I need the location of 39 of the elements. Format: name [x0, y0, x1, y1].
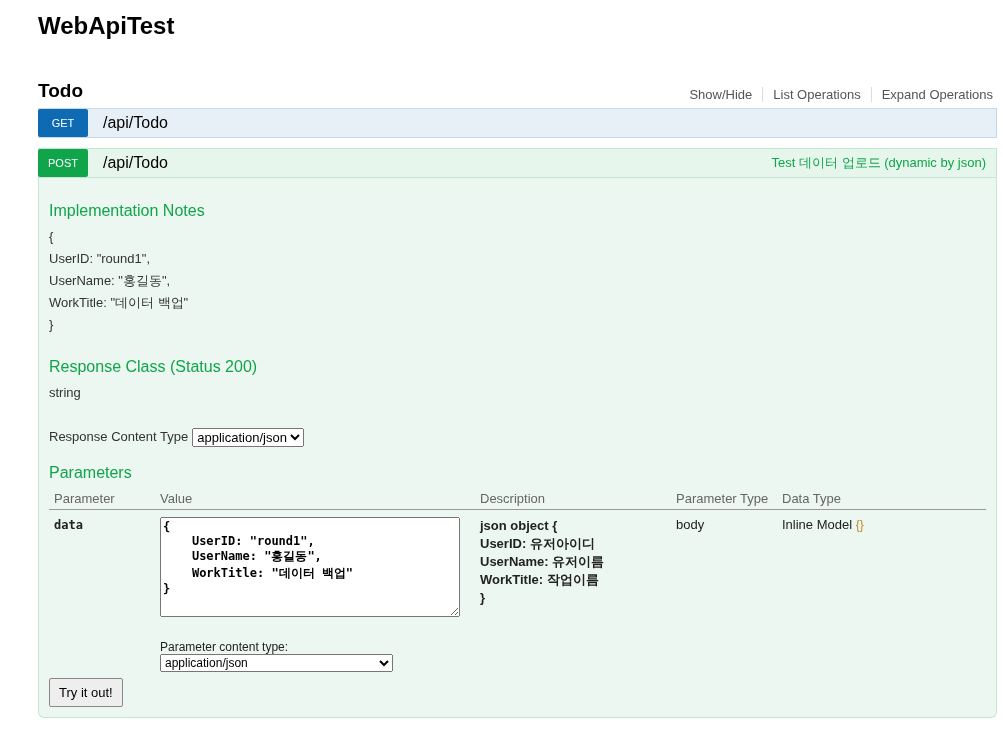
notes-line: WorkTitle: "데이터 백업": [49, 294, 190, 312]
operation-header[interactable]: GET /api/Todo: [38, 108, 997, 138]
page-title: WebApiTest: [38, 12, 176, 40]
endpoint-path[interactable]: /api/Todo: [103, 154, 772, 172]
endpoint-path[interactable]: /api/Todo: [103, 114, 996, 132]
parameter-name: data: [54, 518, 83, 532]
content-type-label: Response Content Type: [49, 428, 189, 446]
parameter-content-type-label: Parameter content type:: [160, 640, 290, 654]
parameter-type-text: body: [676, 517, 705, 532]
content-type-select[interactable]: application/json: [192, 427, 305, 447]
section-heading: Response Class (Status 200): [49, 358, 259, 376]
resource-title[interactable]: Todo: [38, 80, 83, 102]
column-header: Parameter: [49, 488, 155, 510]
resource-action-link[interactable]: Expand Operations: [870, 87, 997, 102]
notes-line: {: [49, 228, 55, 246]
operation-summary: Test 데이터 업로드 (dynamic by json): [771, 154, 986, 172]
section-heading: Implementation Notes: [49, 202, 206, 220]
parameter-content-type-select[interactable]: application/json: [160, 654, 393, 672]
notes-line: UserID: "round1",: [49, 250, 151, 268]
description-line: json object {: [480, 517, 559, 535]
section-heading: Parameters: [49, 464, 133, 482]
resource-action-link[interactable]: List Operations: [762, 87, 871, 102]
description-line: }: [480, 589, 487, 607]
notes-line: }: [49, 316, 55, 334]
description-line: WorkTitle: 작업이름: [480, 571, 600, 589]
try-it-out-button[interactable]: Try it out!: [49, 678, 123, 707]
description-line: UserID: 유저아이디: [480, 535, 596, 553]
parameter-value-field[interactable]: { UserID: "round1", UserName: "홍길동", WorkTitle: "데이터 백업" }: [160, 517, 460, 617]
resource-action-link[interactable]: Show/Hide: [679, 87, 763, 102]
notes-line: UserName: "홍길동",: [49, 272, 172, 290]
data-type-text: Inline Model: [782, 517, 853, 532]
column-header: Data Type: [777, 488, 986, 510]
operation-header[interactable]: POST /api/Todo Test 데이터 업로드 (dynamic by json): [38, 148, 997, 178]
column-header: Description: [475, 488, 671, 510]
description-line: UserName: 유저이름: [480, 553, 606, 571]
column-header: Parameter Type: [671, 488, 777, 510]
response-type-text: string: [49, 384, 82, 402]
column-header: Value: [155, 488, 475, 510]
http-method-label[interactable]: GET: [38, 109, 88, 137]
